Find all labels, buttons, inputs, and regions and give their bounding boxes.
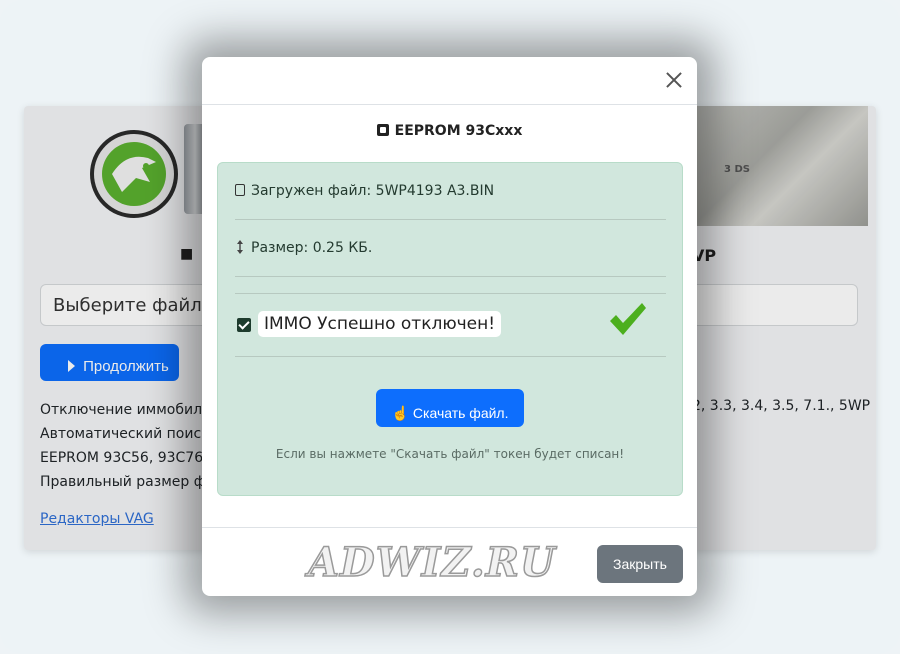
- close-button[interactable]: Закрыть: [597, 545, 683, 583]
- download-label: Скачать файл.: [412, 404, 509, 421]
- divider: [235, 219, 666, 220]
- modal-footer-divider: [202, 527, 697, 528]
- close-icon[interactable]: [663, 69, 685, 91]
- modal-dialog: EEPROM 93Cxxx Загружен файл: 5WP4193 A3.…: [202, 57, 697, 596]
- modal-header: [202, 57, 697, 105]
- size-text: Размер: 0.25 КБ.: [251, 240, 373, 256]
- arrows-vertical-icon: [235, 240, 245, 254]
- file-check-icon: [235, 184, 245, 196]
- token-note: Если вы нажмете "Скачать файл" токен буд…: [275, 447, 625, 461]
- download-button[interactable]: ☝ Скачать файл.: [376, 389, 524, 427]
- watermark: ADWIZ.RU: [307, 538, 556, 587]
- result-panel: Загружен файл: 5WP4193 A3.BIN Размер: 0.…: [217, 162, 683, 496]
- modal-title: EEPROM 93Cxxx: [202, 123, 697, 139]
- hand-pointer-icon: ☝: [391, 404, 409, 421]
- immo-status-label: IMMO Успешно отключен!: [258, 311, 502, 337]
- modal-title-text: EEPROM 93Cxxx: [394, 123, 523, 139]
- divider: [235, 356, 666, 357]
- screenshot-frame: 3 DS ■ VP Выберите файл Продолжить Отклю…: [0, 0, 900, 654]
- file-loaded-text: Загружен файл: 5WP4193 A3.BIN: [251, 183, 495, 199]
- success-check-icon: [608, 301, 648, 337]
- size-row: Размер: 0.25 КБ.: [235, 240, 372, 256]
- file-loaded-row: Загружен файл: 5WP4193 A3.BIN: [235, 183, 494, 199]
- chip-icon: [376, 124, 389, 136]
- immo-checkbox: [237, 318, 251, 332]
- divider: [235, 276, 666, 277]
- divider: [235, 293, 666, 294]
